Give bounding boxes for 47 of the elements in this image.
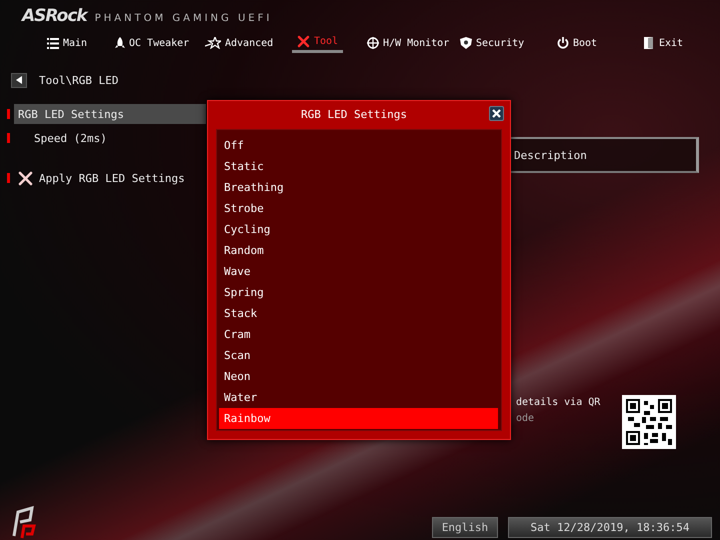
menu-tab[interactable]: Boot bbox=[552, 32, 602, 54]
brand-logo: ASRock bbox=[22, 6, 87, 26]
product-name: PHANTOM GAMING UEFI bbox=[94, 13, 272, 24]
option-item[interactable]: Cycling bbox=[219, 219, 498, 240]
option-item[interactable]: Scan bbox=[219, 345, 498, 366]
menu-tab[interactable]: OC Tweaker bbox=[110, 32, 194, 54]
menu-item[interactable]: RGB LED Settings bbox=[14, 104, 206, 124]
option-item[interactable]: Water bbox=[219, 387, 498, 408]
close-button[interactable] bbox=[489, 106, 504, 121]
option-item[interactable]: Stack bbox=[219, 303, 498, 324]
menu-tab[interactable]: Security bbox=[455, 32, 530, 54]
menu-tab[interactable]: Main bbox=[42, 32, 92, 54]
option-item[interactable]: Cram bbox=[219, 324, 498, 345]
list-icon bbox=[47, 38, 59, 48]
menu-tab[interactable]: Exit bbox=[639, 32, 688, 54]
menu-item[interactable]: Apply RGB LED Settings bbox=[14, 168, 206, 188]
tools-icon bbox=[297, 34, 310, 48]
tools-icon bbox=[18, 170, 33, 186]
option-item[interactable]: Breathing bbox=[219, 177, 498, 198]
option-item[interactable]: Random bbox=[219, 240, 498, 261]
power-icon bbox=[557, 37, 569, 49]
menu-tab[interactable]: Advanced bbox=[200, 32, 278, 54]
dialog-title: RGB LED Settings bbox=[301, 108, 407, 120]
star-icon bbox=[205, 37, 221, 49]
date-time: Sat 12/28/2019, 18:36:54 bbox=[508, 516, 712, 538]
option-item[interactable]: Strobe bbox=[219, 198, 498, 219]
menu-item[interactable]: Speed (2ms) bbox=[14, 128, 206, 148]
menu-tab[interactable]: H/W Monitor bbox=[362, 32, 454, 54]
option-item[interactable]: Rainbow bbox=[219, 408, 498, 429]
door-icon bbox=[644, 37, 655, 49]
phantom-gaming-logo bbox=[10, 506, 36, 540]
crosshair-icon bbox=[367, 37, 379, 49]
shield-icon bbox=[460, 37, 472, 49]
help-text: details via QR bbox=[516, 396, 602, 410]
option-item[interactable]: Spring bbox=[219, 282, 498, 303]
menu-tab[interactable]: Tool bbox=[292, 32, 344, 53]
back-button[interactable] bbox=[11, 72, 27, 88]
option-item[interactable]: Off bbox=[219, 135, 498, 156]
option-item[interactable]: Wave bbox=[219, 261, 498, 282]
help-text: ode bbox=[516, 412, 536, 426]
rocket-icon bbox=[115, 37, 125, 49]
left-arrow-icon bbox=[16, 76, 22, 84]
option-item[interactable]: Neon bbox=[219, 366, 498, 387]
language-button[interactable]: English bbox=[432, 516, 498, 538]
option-item[interactable]: Static bbox=[219, 156, 498, 177]
close-icon bbox=[492, 109, 501, 118]
breadcrumb: Tool\RGB LED bbox=[39, 74, 118, 86]
